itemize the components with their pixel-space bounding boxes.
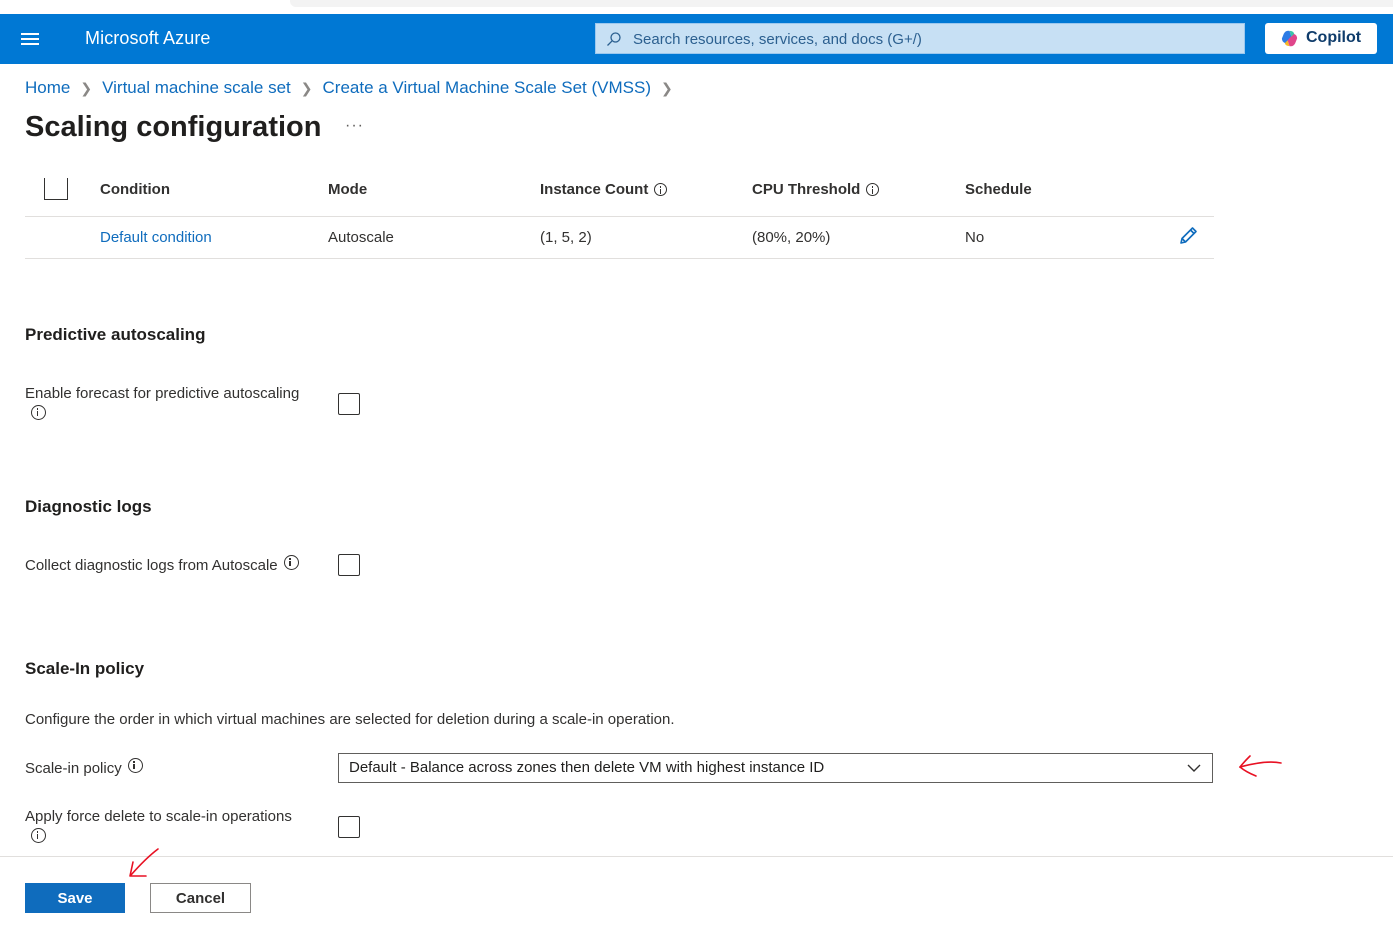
search-placeholder: Search resources, services, and docs (G+… (633, 31, 922, 48)
browser-top-strip (0, 0, 1393, 14)
column-header-instance-count: Instance Count (540, 181, 668, 198)
mode-cell: Autoscale (328, 229, 394, 246)
instance-count-cell: (1, 5, 2) (540, 229, 592, 246)
breadcrumb: Home ❯ Virtual machine scale set ❯ Creat… (25, 77, 683, 99)
scaling-conditions-table: Condition Mode Instance Count CPU Thresh… (25, 166, 1214, 259)
chevron-right-icon: ❯ (661, 79, 673, 96)
enable-forecast-label: Enable forecast for predictive autoscali… (25, 383, 325, 427)
enable-forecast-checkbox[interactable] (338, 393, 360, 415)
table-row: Default condition Autoscale (1, 5, 2) (8… (25, 217, 1214, 259)
footer-divider (0, 856, 1393, 857)
browser-chrome-bar (290, 0, 1393, 7)
cpu-threshold-cell: (80%, 20%) (752, 229, 831, 246)
column-header-condition: Condition (100, 181, 170, 198)
save-button[interactable]: Save (25, 883, 125, 913)
diagnostic-logs-heading: Diagnostic logs (25, 497, 152, 516)
search-icon (607, 32, 621, 46)
azure-header: Microsoft Azure Search resources, servic… (0, 14, 1393, 64)
brand-title[interactable]: Microsoft Azure (85, 28, 211, 49)
predictive-autoscaling-heading: Predictive autoscaling (25, 325, 206, 344)
info-icon[interactable] (127, 758, 143, 773)
column-header-cpu-threshold: CPU Threshold (752, 181, 880, 198)
breadcrumb-home[interactable]: Home (25, 78, 70, 98)
force-delete-label: Apply force delete to scale-in operation… (25, 806, 325, 850)
hamburger-menu-icon[interactable] (21, 33, 39, 45)
red-arrow-annotation-icon (129, 848, 159, 877)
collect-diagnostic-logs-label: Collect diagnostic logs from Autoscale (25, 555, 299, 577)
breadcrumb-vmss[interactable]: Virtual machine scale set (102, 78, 291, 98)
scale-in-policy-heading: Scale-In policy (25, 659, 145, 678)
info-icon[interactable] (283, 555, 299, 570)
info-icon[interactable] (31, 828, 46, 843)
copilot-icon (1281, 30, 1298, 47)
copilot-button[interactable]: Copilot (1265, 23, 1377, 54)
info-icon[interactable] (31, 405, 46, 420)
more-options-icon[interactable]: ··· (345, 117, 364, 135)
table-header: Condition Mode Instance Count CPU Thresh… (25, 166, 1214, 217)
select-all-checkbox[interactable] (44, 178, 68, 200)
cancel-button[interactable]: Cancel (150, 883, 251, 913)
chevron-right-icon: ❯ (300, 79, 313, 96)
column-header-schedule: Schedule (965, 181, 1032, 198)
breadcrumb-create-vmss[interactable]: Create a Virtual Machine Scale Set (VMSS… (323, 78, 652, 98)
force-delete-checkbox[interactable] (338, 816, 360, 838)
edit-pencil-icon[interactable] (1177, 225, 1199, 247)
info-icon[interactable] (866, 183, 880, 196)
chevron-right-icon: ❯ (80, 79, 93, 96)
scale-in-policy-selected-value: Default - Balance across zones then dele… (349, 759, 825, 776)
info-icon[interactable] (654, 183, 668, 196)
column-header-mode: Mode (328, 181, 368, 198)
global-search-input[interactable]: Search resources, services, and docs (G+… (595, 23, 1245, 54)
chevron-down-icon (1187, 764, 1201, 772)
copilot-label: Copilot (1306, 29, 1362, 46)
red-arrow-annotation-icon (1238, 755, 1282, 777)
scale-in-policy-label: Scale-in policy (25, 758, 143, 780)
scale-in-description: Configure the order in which virtual mac… (25, 711, 675, 728)
page-title: Scaling configuration (25, 111, 322, 143)
condition-link[interactable]: Default condition (100, 229, 212, 246)
scale-in-policy-dropdown[interactable]: Default - Balance across zones then dele… (338, 753, 1213, 783)
schedule-cell: No (965, 229, 985, 246)
collect-diagnostic-logs-checkbox[interactable] (338, 554, 360, 576)
